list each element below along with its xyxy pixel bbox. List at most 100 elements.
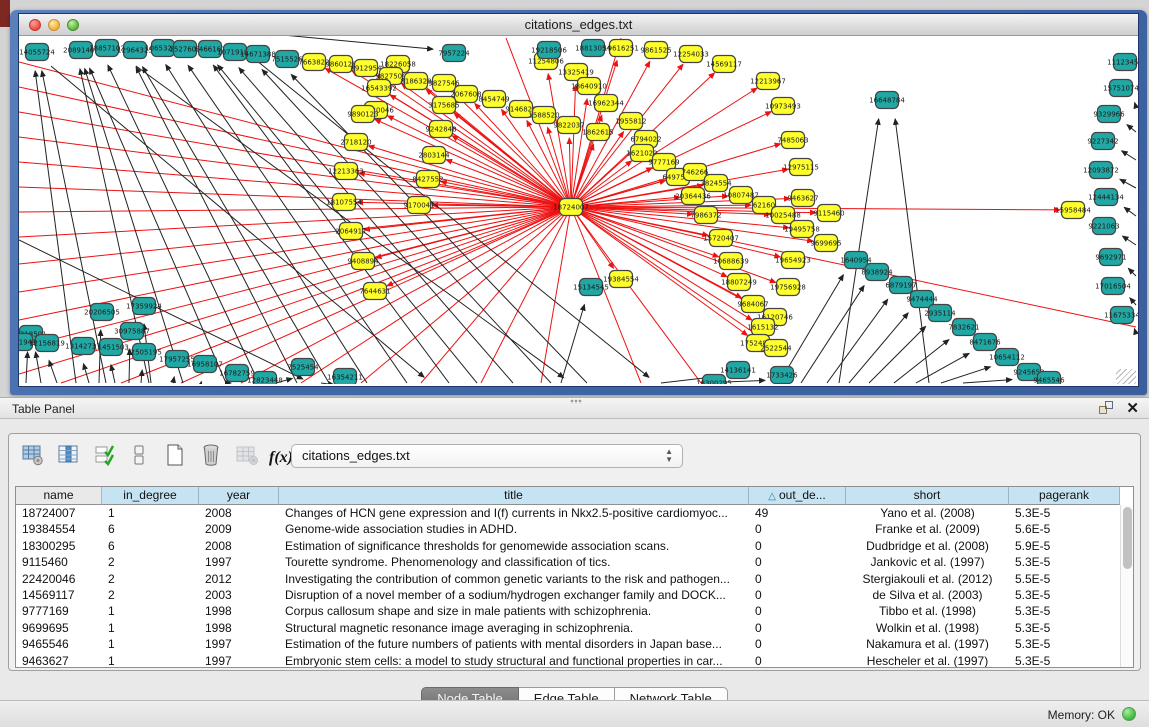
table-cell[interactable]: 5.3E-5 (1009, 587, 1120, 603)
table-cell[interactable]: Investigating the contribution of common… (279, 571, 749, 587)
table-cell[interactable]: 5.6E-5 (1009, 521, 1120, 537)
table-row[interactable]: 1872400712008Changes of HCN gene express… (16, 505, 1120, 521)
table-cell[interactable]: de Silva et al. (2003) (846, 587, 1009, 603)
table-cell[interactable]: 2009 (199, 521, 279, 537)
column-header-out-de-[interactable]: △out_de... (749, 487, 846, 505)
table-cell[interactable]: Corpus callosum shape and size in male p… (279, 603, 749, 619)
delete-table-icon[interactable] (233, 442, 261, 470)
column-header-pagerank[interactable]: pagerank (1009, 487, 1120, 505)
table-cell[interactable]: 1997 (199, 554, 279, 570)
table-cell[interactable]: 0 (749, 620, 846, 636)
network-window[interactable]: citations_edges.txt 18724007766382298601… (10, 10, 1147, 395)
table-row[interactable]: 1938455462009Genome-wide association stu… (16, 521, 1120, 537)
table-cell[interactable]: 9777169 (16, 603, 102, 619)
table-cell[interactable]: Jankovic et al. (1997) (846, 554, 1009, 570)
table-cell[interactable]: Tibbo et al. (1998) (846, 603, 1009, 619)
column-header-title[interactable]: title (279, 487, 749, 505)
table-cell[interactable]: 5.3E-5 (1009, 554, 1120, 570)
table-scrollbar-thumb[interactable] (1123, 507, 1132, 569)
citation-graph[interactable]: 1872400776638229860128891295418226058982… (19, 36, 1138, 384)
table-cell[interactable]: 0 (749, 603, 846, 619)
table-cell[interactable]: Yano et al. (2008) (846, 505, 1009, 521)
network-canvas[interactable]: 1872400776638229860128891295418226058982… (19, 36, 1138, 386)
table-mode-icon[interactable] (19, 442, 47, 470)
table-cell[interactable]: 9465546 (16, 636, 102, 652)
table-cell[interactable]: 2 (102, 587, 199, 603)
table-cell[interactable]: 2008 (199, 505, 279, 521)
table-cell[interactable]: 5.3E-5 (1009, 620, 1120, 636)
table-cell[interactable]: Dudbridge et al. (2008) (846, 538, 1009, 554)
network-window-titlebar[interactable]: citations_edges.txt (19, 14, 1138, 36)
table-cell[interactable]: 0 (749, 571, 846, 587)
float-panel-icon[interactable] (1099, 401, 1114, 416)
table-row[interactable]: 911546021997Tourette syndrome. Phenomeno… (16, 554, 1120, 570)
table-scrollbar[interactable] (1120, 505, 1133, 667)
table-cell[interactable]: Wolkin et al. (1998) (846, 620, 1009, 636)
table-cell[interactable]: 9115460 (16, 554, 102, 570)
table-row[interactable]: 969969511998Structural magnetic resonanc… (16, 620, 1120, 636)
table-cell[interactable]: Stergiakouli et al. (2012) (846, 571, 1009, 587)
table-cell[interactable]: 2008 (199, 538, 279, 554)
table-cell[interactable]: 0 (749, 521, 846, 537)
table-cell[interactable]: 0 (749, 636, 846, 652)
clear-selection-icon[interactable] (125, 442, 153, 470)
table-cell[interactable]: 1 (102, 620, 199, 636)
table-cell[interactable]: Genome-wide association studies in ADHD. (279, 521, 749, 537)
table-cell[interactable]: 2 (102, 554, 199, 570)
column-header-name[interactable]: name (16, 487, 102, 505)
show-columns-icon[interactable] (55, 442, 83, 470)
table-cell[interactable]: 9699695 (16, 620, 102, 636)
table-cell[interactable]: 0 (749, 554, 846, 570)
table-cell[interactable]: 0 (749, 587, 846, 603)
table-cell[interactable]: 14569117 (16, 587, 102, 603)
table-cell[interactable]: 2003 (199, 587, 279, 603)
table-row[interactable]: 1830029562008Estimation of significance … (16, 538, 1120, 554)
table-cell[interactable]: 1 (102, 636, 199, 652)
table-cell[interactable]: Changes of HCN gene expression and I(f) … (279, 505, 749, 521)
table-source-dropdown[interactable]: citations_edges.txt ▲▼ (291, 444, 683, 468)
table-cell[interactable]: Franke et al. (2009) (846, 521, 1009, 537)
close-panel-icon[interactable]: ✕ (1126, 401, 1139, 416)
table-row[interactable]: 1456911722003Disruption of a novel membe… (16, 587, 1120, 603)
table-cell[interactable]: 5.3E-5 (1009, 505, 1120, 521)
table-cell[interactable]: 49 (749, 505, 846, 521)
table-cell[interactable]: 5.3E-5 (1009, 653, 1120, 667)
table-cell[interactable]: 1997 (199, 653, 279, 667)
table-cell[interactable]: 5.5E-5 (1009, 571, 1120, 587)
table-row[interactable]: 2242004622012Investigating the contribut… (16, 571, 1120, 587)
table-cell[interactable]: Nakamura et al. (1997) (846, 636, 1009, 652)
table-cell[interactable]: Tourette syndrome. Phenomenology and cla… (279, 554, 749, 570)
table-cell[interactable]: Disruption of a novel member of a sodium… (279, 587, 749, 603)
column-header-short[interactable]: short (846, 487, 1009, 505)
table-cell[interactable]: 0 (749, 538, 846, 554)
table-cell[interactable]: 5.3E-5 (1009, 636, 1120, 652)
table-cell[interactable]: Structural magnetic resonance image aver… (279, 620, 749, 636)
table-cell[interactable]: 0 (749, 653, 846, 667)
memory-status-indicator[interactable] (1122, 707, 1136, 721)
table-cell[interactable]: 18724007 (16, 505, 102, 521)
new-column-icon[interactable] (161, 442, 189, 470)
table-cell[interactable]: 6 (102, 538, 199, 554)
table-cell[interactable]: 6 (102, 521, 199, 537)
window-resize-grip[interactable] (1116, 369, 1136, 384)
table-row[interactable]: 946362711997Embryonic stem cells: a mode… (16, 653, 1120, 667)
table-cell[interactable]: Hescheler et al. (1997) (846, 653, 1009, 667)
table-cell[interactable]: 19384554 (16, 521, 102, 537)
table-cell[interactable]: 5.9E-5 (1009, 538, 1120, 554)
table-cell[interactable]: 1 (102, 653, 199, 667)
table-cell[interactable]: 2012 (199, 571, 279, 587)
delete-column-icon[interactable] (197, 442, 225, 470)
table-cell[interactable]: 22420046 (16, 571, 102, 587)
table-cell[interactable]: 2 (102, 571, 199, 587)
table-cell[interactable]: 9463627 (16, 653, 102, 667)
table-cell[interactable]: Embryonic stem cells: a model to study s… (279, 653, 749, 667)
table-cell[interactable]: 1 (102, 505, 199, 521)
table-cell[interactable]: 18300295 (16, 538, 102, 554)
table-cell[interactable]: Estimation of significance thresholds fo… (279, 538, 749, 554)
column-header-in-degree[interactable]: in_degree (102, 487, 199, 505)
table-row[interactable]: 977716911998Corpus callosum shape and si… (16, 603, 1120, 619)
table-cell[interactable]: 1998 (199, 620, 279, 636)
table-cell[interactable]: 1 (102, 603, 199, 619)
table-row[interactable]: 946554611997Estimation of the future num… (16, 636, 1120, 652)
table-cell[interactable]: 5.3E-5 (1009, 603, 1120, 619)
